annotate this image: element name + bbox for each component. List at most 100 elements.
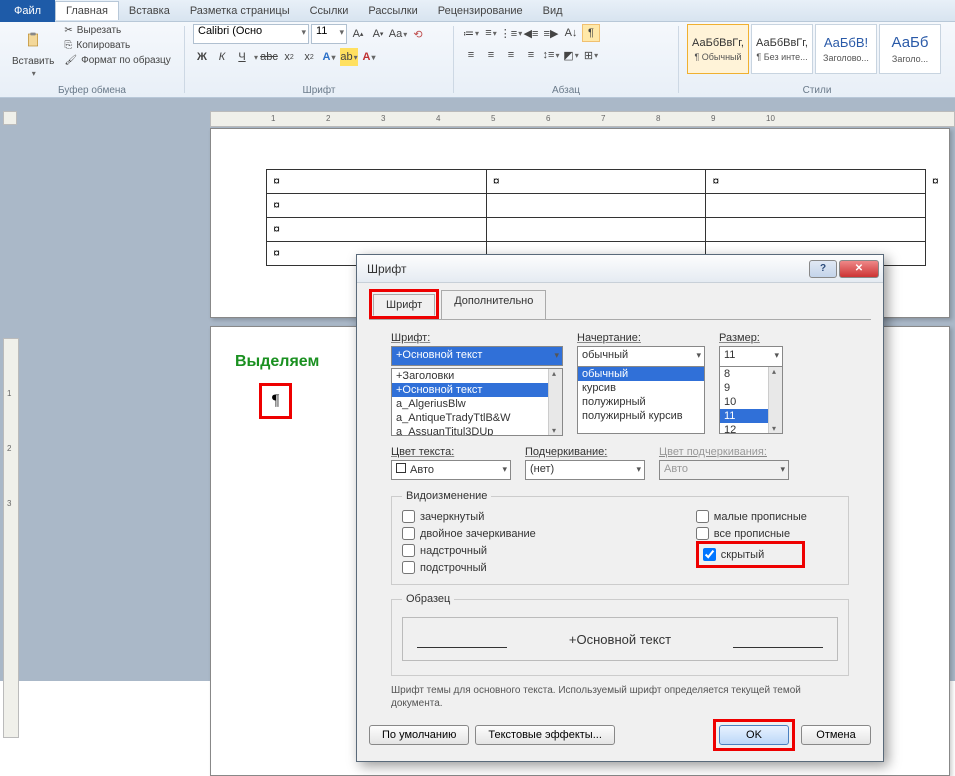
list-item[interactable]: полужирный [578,395,704,409]
align-center-button[interactable]: ≡ [482,46,500,64]
scrollbar[interactable] [768,367,782,433]
tab-references[interactable]: Ссылки [300,2,359,20]
allcaps-checkbox[interactable]: все прописные [696,527,807,540]
tab-insert[interactable]: Вставка [119,2,180,20]
preview-area: +Основной текст [402,617,838,661]
style-listbox[interactable]: обычный курсив полужирный полужирный кур… [577,366,705,434]
group-paragraph: ≔▾ ≡▾ ⋮≡▾ ◀≡ ≡▶ A↓ ¶ ≡ ≡ ≡ ≡ ↕≡▾ ◩▾ ⊞▾ А… [454,22,678,97]
numbering-button[interactable]: ≡▾ [482,24,500,42]
superscript-button[interactable]: x2 [300,48,318,66]
scrollbar[interactable] [548,369,562,435]
text-effects-button[interactable]: A▾ [320,48,338,66]
strike-checkbox[interactable]: зачеркнутый [402,510,536,523]
multilevel-button[interactable]: ⋮≡▾ [502,24,520,42]
font-color-button[interactable]: A▾ [360,48,378,66]
paste-button[interactable]: Вставить ▾ [8,24,58,80]
show-paragraph-marks-button[interactable]: ¶ [582,24,600,42]
tab-view[interactable]: Вид [533,2,573,20]
sort-button[interactable]: A↓ [562,24,580,42]
line-spacing-button[interactable]: ↕≡▾ [542,46,560,64]
change-case-button[interactable]: Aa▾ [389,25,407,43]
subscript-button[interactable]: x2 [280,48,298,66]
highlight-button[interactable]: ab▾ [340,48,358,66]
size-listbox[interactable]: 8 9 10 11 12 [719,366,783,434]
copy-button[interactable]: ⎘Копировать [62,39,172,52]
close-button[interactable]: ✕ [839,260,879,278]
list-item[interactable]: обычный [578,367,704,381]
style-no-spacing[interactable]: АаБбВвГг,¶ Без инте... [751,24,813,74]
scissors-icon: ✂ [64,25,72,36]
subscript-checkbox[interactable]: подстрочный [402,561,536,574]
table[interactable]: ¤¤¤¤ ¤ ¤ ¤ [266,169,946,266]
table-row[interactable]: ¤ [267,194,946,218]
font-name-combo[interactable]: Calibri (Осно [193,24,309,44]
tab-page-layout[interactable]: Разметка страницы [180,2,300,20]
style-label: Начертание: [577,332,705,344]
align-left-button[interactable]: ≡ [462,46,480,64]
tab-home[interactable]: Главная [55,1,119,20]
clear-formatting-button[interactable]: ⟲ [409,25,427,43]
bold-button[interactable]: Ж [193,48,211,66]
shrink-font-button[interactable]: A▾ [369,25,387,43]
underline-button[interactable]: Ч [233,48,251,66]
font-color-combo[interactable]: Авто [391,460,511,480]
smallcaps-checkbox[interactable]: малые прописные [696,510,807,523]
text-effects-button[interactable]: Текстовые эффекты... [475,725,615,745]
dialog-tab-font[interactable]: Шрифт [373,294,435,316]
ok-button[interactable]: OK [719,725,789,745]
font-style-input[interactable]: обычный [577,346,705,366]
list-item[interactable]: +Заголовки [392,369,562,383]
cut-label: Вырезать [77,25,121,36]
annotation-ok-button: OK [713,719,795,751]
align-right-button[interactable]: ≡ [502,46,520,64]
font-size-combo[interactable]: 11 [311,24,347,44]
decrease-indent-button[interactable]: ◀≡ [522,24,540,42]
italic-button[interactable]: К [213,48,231,66]
strike-button[interactable]: abc [260,48,278,66]
tab-mailings[interactable]: Рассылки [358,2,427,20]
cancel-button[interactable]: Отмена [801,725,871,745]
dialog-titlebar[interactable]: Шрифт ? ✕ [357,255,883,283]
effects-legend: Видоизменение [402,490,491,502]
cut-button[interactable]: ✂ Вырезать [62,24,172,37]
increase-indent-button[interactable]: ≡▶ [542,24,560,42]
group-clipboard-label: Буфер обмена [0,85,184,96]
list-item[interactable]: a_AssuanTitul3DUp [392,425,562,436]
double-strike-checkbox[interactable]: двойное зачеркивание [402,527,536,540]
annotation-hidden-checkbox: скрытый [696,541,805,568]
list-item[interactable]: полужирный курсив [578,409,704,423]
font-size-input[interactable]: 11 [719,346,783,366]
table-row[interactable]: ¤¤¤¤ [267,170,946,194]
underline-combo[interactable]: (нет) [525,460,645,480]
list-item[interactable]: a_AntiqueTradyTtlB&W [392,411,562,425]
font-listbox[interactable]: +Заголовки +Основной текст a_AlgeriusBlw… [391,368,563,436]
underline-label: Подчеркивание: [525,446,645,458]
preview-legend: Образец [402,593,454,605]
font-name-input[interactable]: +Основной текст [391,346,563,366]
list-item[interactable]: +Основной текст [392,383,562,397]
vertical-ruler[interactable]: 1 2 3 [3,338,19,738]
horizontal-ruler[interactable]: 1 2 3 4 5 6 7 8 9 10 [210,111,955,127]
set-default-button[interactable]: По умолчанию [369,725,469,745]
format-painter-button[interactable]: 🖌Формат по образцу [62,54,172,67]
hidden-checkbox[interactable]: скрытый [703,548,764,561]
help-button[interactable]: ? [809,260,837,278]
superscript-checkbox[interactable]: надстрочный [402,544,536,557]
bullets-button[interactable]: ≔▾ [462,24,480,42]
style-heading2[interactable]: АаБбЗаголо... [879,24,941,74]
table-row[interactable]: ¤ [267,218,946,242]
shading-button[interactable]: ◩▾ [562,46,580,64]
format-painter-label: Формат по образцу [81,55,171,66]
list-item[interactable]: курсив [578,381,704,395]
tab-review[interactable]: Рецензирование [428,2,533,20]
dialog-tab-advanced[interactable]: Дополнительно [441,290,546,320]
justify-button[interactable]: ≡ [522,46,540,64]
file-tab[interactable]: Файл [0,0,55,22]
style-heading1[interactable]: АаБбВ!Заголово... [815,24,877,74]
borders-button[interactable]: ⊞▾ [582,46,600,64]
dialog-button-row: По умолчанию Текстовые эффекты... OK Отм… [369,719,871,751]
grow-font-button[interactable]: A▴ [349,25,367,43]
list-item[interactable]: a_AlgeriusBlw [392,397,562,411]
style-normal[interactable]: АаБбВвГг,¶ Обычный [687,24,749,74]
font-dialog: Шрифт ? ✕ Шрифт Дополнительно Шрифт: +Ос… [356,254,884,762]
